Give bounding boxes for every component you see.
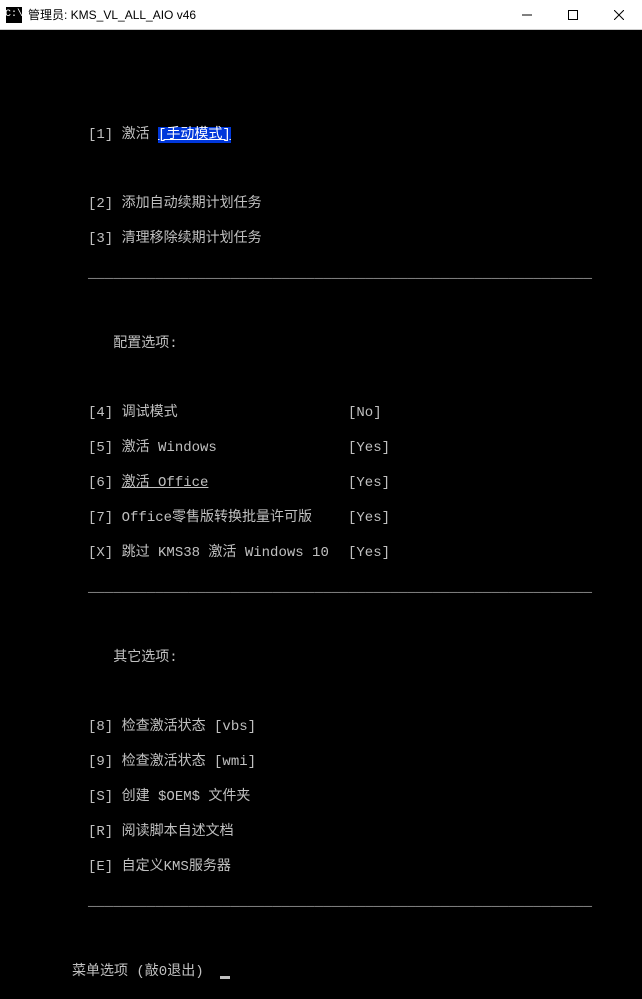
other-item-e: [E] 自定义KMS服务器	[8, 859, 634, 877]
menu-item-1: [1] 激活 [手动模式]	[8, 127, 634, 145]
mode-highlight: [手动模式]	[158, 127, 231, 143]
prompt-line[interactable]: 菜单选项 (敲0退出)	[8, 964, 634, 982]
other-item-r: [R] 阅读脚本自述文档	[8, 824, 634, 842]
config-item-7: [7] Office零售版转换批量许可版[Yes]	[8, 510, 634, 528]
titlebar: C:\ 管理员: KMS_VL_ALL_AIO v46	[0, 0, 642, 30]
maximize-button[interactable]	[550, 0, 596, 29]
config-item-5: [5] 激活 Windows[Yes]	[8, 440, 634, 458]
config-item-x: [X] 跳过 KMS38 激活 Windows 10[Yes]	[8, 545, 634, 563]
window-controls	[504, 0, 642, 29]
console-icon: C:\	[6, 7, 22, 23]
cursor-icon	[220, 976, 230, 979]
other-header: 其它选项:	[8, 650, 634, 668]
other-item-8: [8] 检查激活状态 [vbs]	[8, 719, 634, 737]
minimize-button[interactable]	[504, 0, 550, 29]
menu-item-3: [3] 清理移除续期计划任务	[8, 231, 634, 249]
console-body[interactable]: [1] 激活 [手动模式] [2] 添加自动续期计划任务 [3] 清理移除续期计…	[0, 30, 642, 544]
close-button[interactable]	[596, 0, 642, 29]
config-header: 配置选项:	[8, 336, 634, 354]
other-item-9: [9] 检查激活状态 [wmi]	[8, 754, 634, 772]
window-title: 管理员: KMS_VL_ALL_AIO v46	[28, 6, 504, 23]
config-item-6: [6] 激活 Office[Yes]	[8, 475, 634, 493]
menu-item-2: [2] 添加自动续期计划任务	[8, 196, 634, 214]
other-item-s: [S] 创建 $OEM$ 文件夹	[8, 789, 634, 807]
config-item-4: [4] 调试模式[No]	[8, 405, 634, 423]
